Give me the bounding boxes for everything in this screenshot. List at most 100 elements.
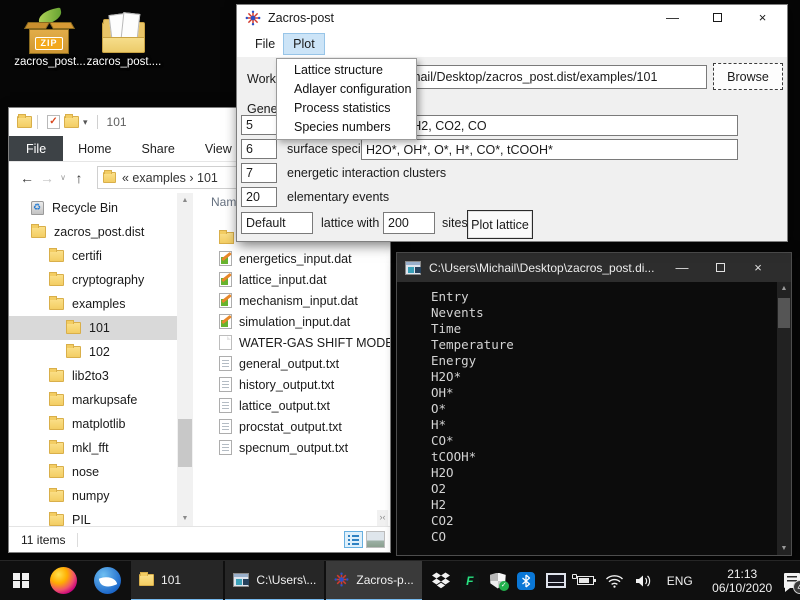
file-row[interactable]: lattice_input.dat — [193, 269, 389, 290]
plot-menu-item[interactable]: Adlayer configuration — [277, 80, 416, 99]
tree-item[interactable]: certifi — [9, 244, 177, 268]
plot-lattice-button[interactable]: Plot lattice — [467, 210, 533, 239]
zacros-titlebar[interactable]: Zacros-post — × — [237, 5, 787, 31]
close-button[interactable]: × — [739, 253, 777, 282]
menu-plot[interactable]: Plot — [284, 34, 324, 54]
thunderbird-icon — [94, 567, 121, 594]
defender-icon[interactable]: ✓ — [490, 573, 506, 589]
console-scrollbar[interactable]: ▲ ▼ — [777, 282, 791, 555]
forward-button[interactable]: → — [37, 170, 57, 186]
plot-menu-item[interactable]: Species numbers — [277, 118, 416, 137]
sites-count-field[interactable]: 200 — [383, 212, 435, 234]
start-button[interactable] — [0, 561, 42, 600]
file-row[interactable]: specnum_output.txt — [193, 437, 389, 458]
surface-species-field[interactable]: H2O*, OH*, O*, H*, CO*, tCOOH* — [361, 139, 738, 160]
file-row[interactable]: simulation_input.dat — [193, 311, 389, 332]
scroll-up-icon[interactable]: ▲ — [177, 193, 193, 208]
back-button[interactable]: ← — [17, 170, 37, 186]
clusters-count-field[interactable]: 7 — [241, 163, 277, 183]
tab-share[interactable]: Share — [127, 136, 190, 161]
console-scrollbar-thumb[interactable] — [778, 298, 790, 328]
tree-item-icon — [49, 418, 64, 430]
dropbox-icon[interactable] — [432, 572, 450, 589]
breadcrumb[interactable]: « examples › 101 — [122, 171, 218, 185]
file-row[interactable]: general_output.txt — [193, 353, 389, 374]
tree-item[interactable]: 101 — [9, 316, 177, 340]
browse-button[interactable]: Browse — [713, 63, 783, 90]
taskbar-button-explorer[interactable]: 101 — [131, 561, 223, 600]
desktop-icon-zip[interactable]: ZIP zacros_post... — [12, 12, 88, 68]
files-horizontal-scrollbar[interactable]: ‹ › — [377, 510, 388, 526]
clock[interactable]: 21:13 06/10/2020 — [707, 567, 778, 595]
bluetooth-icon[interactable] — [517, 572, 535, 590]
tree-item[interactable]: nose — [9, 460, 177, 484]
minimize-button[interactable]: — — [650, 5, 695, 31]
action-center-icon[interactable]: 4 — [784, 573, 800, 588]
wifi-icon[interactable] — [605, 574, 624, 588]
tree-item-label: certifi — [72, 249, 102, 263]
history-caret-icon[interactable]: ∨ — [57, 173, 69, 182]
thunderbird-taskbar-button[interactable] — [85, 561, 129, 600]
file-row[interactable]: WATER-GAS SHIFT MODEL — [193, 332, 389, 353]
console-window: C:\Users\Michail\Desktop\zacros_post.di.… — [396, 252, 792, 556]
file-row[interactable]: energetics_input.dat — [193, 248, 389, 269]
desktop-icon-folder[interactable]: zacros_post.... — [86, 12, 162, 68]
tree-item[interactable]: markupsafe — [9, 388, 177, 412]
file-row[interactable]: mechanism_input.dat — [193, 290, 389, 311]
details-view-button[interactable] — [344, 531, 363, 548]
close-button[interactable]: × — [740, 5, 785, 31]
zacros-icon — [334, 572, 349, 587]
lattice-type-field[interactable]: Default — [241, 212, 313, 234]
explorer-main: Recycle Bin zacros_post.dist certifi — [9, 193, 390, 526]
minimize-button[interactable]: — — [663, 253, 701, 282]
properties-icon[interactable]: ✓ — [47, 115, 60, 129]
tree-item-icon — [66, 322, 81, 334]
security-shield-icon[interactable]: F — [461, 572, 479, 590]
thumbnails-view-button[interactable] — [366, 531, 385, 548]
plot-menu-item[interactable]: Lattice structure — [277, 61, 416, 80]
qat-customize-caret-icon[interactable]: ▾ — [83, 117, 88, 128]
scroll-down-icon[interactable]: ▼ — [777, 542, 791, 555]
tree-scrollbar[interactable]: ▲ ▼ — [177, 193, 193, 526]
tree-item-label: zacros_post.dist — [54, 225, 144, 239]
tree-item-icon — [66, 346, 81, 358]
gas-species-count-field[interactable]: 5 — [241, 115, 277, 135]
tree-item[interactable]: lib2to3 — [9, 364, 177, 388]
touchpad-icon[interactable] — [546, 573, 566, 588]
tree-item[interactable]: examples — [9, 292, 177, 316]
tab-file[interactable]: File — [9, 136, 63, 161]
scroll-up-icon[interactable]: ▲ — [777, 282, 791, 295]
surface-species-count-field[interactable]: 6 — [241, 139, 277, 159]
plot-menu-item[interactable]: Process statistics — [277, 99, 416, 118]
zip-badge: ZIP — [35, 37, 63, 50]
tree-item[interactable]: numpy — [9, 484, 177, 508]
language-indicator[interactable]: ENG — [667, 574, 693, 588]
file-row[interactable]: lattice_output.txt — [193, 395, 389, 416]
taskbar-button-zacros[interactable]: Zacros-p... — [326, 561, 421, 600]
file-row[interactable]: procstat_output.txt — [193, 416, 389, 437]
scroll-right-icon[interactable]: › — [374, 510, 388, 526]
tree-item[interactable]: zacros_post.dist — [9, 220, 177, 244]
tree-item[interactable]: PIL — [9, 508, 177, 526]
volume-icon[interactable] — [635, 574, 653, 588]
tree-item[interactable]: cryptography — [9, 268, 177, 292]
console-line: Temperature — [431, 337, 777, 353]
file-row[interactable]: history_output.txt — [193, 374, 389, 395]
file-name: simulation_input.dat — [239, 315, 350, 329]
tree-item[interactable]: mkl_fft — [9, 436, 177, 460]
maximize-button[interactable] — [701, 253, 739, 282]
firefox-taskbar-button[interactable] — [42, 561, 86, 600]
menu-file[interactable]: File — [246, 34, 284, 54]
tree-item[interactable]: 102 — [9, 340, 177, 364]
events-count-field[interactable]: 20 — [241, 187, 277, 207]
taskbar-button-console[interactable]: C:\Users\... — [225, 561, 324, 600]
maximize-button[interactable] — [695, 5, 740, 31]
quick-access-folder-icon[interactable] — [64, 116, 79, 128]
tab-home[interactable]: Home — [63, 136, 126, 161]
scroll-down-icon[interactable]: ▼ — [177, 511, 193, 526]
tree-scrollbar-thumb[interactable] — [178, 419, 192, 467]
tree-item[interactable]: matplotlib — [9, 412, 177, 436]
tree-item[interactable]: Recycle Bin — [9, 196, 177, 220]
up-button[interactable]: ↑ — [69, 170, 89, 186]
battery-icon[interactable] — [577, 576, 594, 585]
